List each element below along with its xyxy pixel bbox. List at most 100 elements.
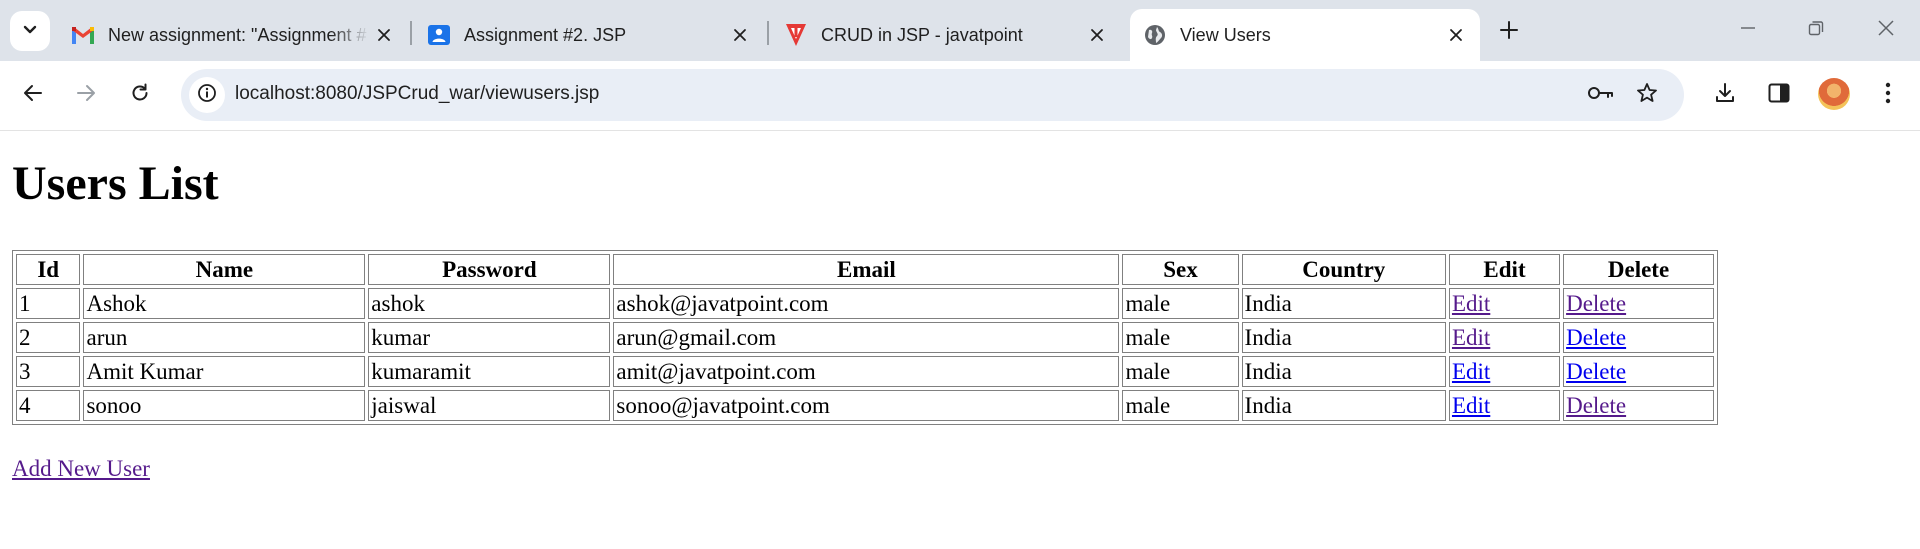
tab-title: View Users	[1180, 24, 1271, 45]
cell-email: sonoo@javatpoint.com	[613, 390, 1120, 421]
delete-link[interactable]: Delete	[1566, 325, 1626, 350]
cell-password: ashok	[368, 288, 611, 319]
minimize-button[interactable]	[1720, 12, 1776, 48]
cell-password: kumar	[368, 322, 611, 353]
cell-country: India	[1241, 322, 1446, 353]
cell-country: India	[1241, 288, 1446, 319]
column-header-country: Country	[1241, 254, 1446, 285]
table-row: 2 arun kumar arun@gmail.com male India E…	[16, 322, 1714, 353]
new-tab-button[interactable]	[1492, 15, 1526, 49]
restore-button[interactable]	[1788, 12, 1844, 48]
tab-assignment[interactable]: Assignment #2. JSP	[414, 9, 764, 61]
cell-edit: Edit	[1448, 322, 1561, 353]
tab-title: CRUD in JSP - javatpoint	[821, 24, 1023, 45]
table-header-row: Id Name Password Email Sex Country Edit …	[16, 254, 1714, 285]
table-row: 1 Ashok ashok ashok@javatpoint.com male …	[16, 288, 1714, 319]
cell-delete: Delete	[1563, 322, 1714, 353]
password-key-button[interactable]	[1583, 77, 1619, 113]
edit-link[interactable]: Edit	[1452, 359, 1490, 384]
cell-delete: Delete	[1563, 390, 1714, 421]
star-icon	[1636, 82, 1658, 109]
tab-title: New assignment: "Assignment #	[108, 24, 367, 45]
reload-icon	[130, 83, 150, 108]
cell-id: 3	[16, 356, 81, 387]
close-icon[interactable]	[1083, 21, 1111, 49]
side-panel-icon	[1768, 83, 1790, 108]
table-row: 3 Amit Kumar kumaramit amit@javatpoint.c…	[16, 356, 1714, 387]
download-icon	[1714, 82, 1736, 109]
page-title: Users List	[12, 157, 219, 210]
forward-button[interactable]	[68, 77, 104, 113]
globe-icon	[1144, 24, 1166, 46]
reload-button[interactable]	[122, 77, 158, 113]
delete-link[interactable]: Delete	[1566, 359, 1626, 384]
more-vert-icon	[1885, 82, 1891, 109]
info-icon	[197, 83, 217, 108]
column-header-name: Name	[83, 254, 366, 285]
cell-password: kumaramit	[368, 356, 611, 387]
cell-name: Ashok	[83, 288, 366, 319]
edit-link[interactable]: Edit	[1452, 325, 1490, 350]
cell-edit: Edit	[1448, 288, 1561, 319]
cell-email: amit@javatpoint.com	[613, 356, 1120, 387]
cell-sex: male	[1122, 288, 1239, 319]
tab-search-button[interactable]	[10, 11, 50, 51]
back-arrow-icon	[23, 83, 43, 108]
cell-name: Amit Kumar	[83, 356, 366, 387]
forward-arrow-icon	[76, 83, 96, 108]
cell-email: ashok@javatpoint.com	[613, 288, 1120, 319]
tab-gmail[interactable]: New assignment: "Assignment #	[58, 9, 408, 61]
back-button[interactable]	[15, 77, 51, 113]
close-icon[interactable]	[1442, 21, 1470, 49]
browser-toolbar: localhost:8080/JSPCrud_war/viewusers.jsp	[0, 61, 1920, 131]
cell-delete: Delete	[1563, 356, 1714, 387]
menu-button[interactable]	[1870, 77, 1906, 113]
column-header-edit: Edit	[1448, 254, 1561, 285]
javatpoint-icon	[785, 24, 807, 46]
close-icon	[1877, 19, 1895, 42]
edit-link[interactable]: Edit	[1452, 291, 1490, 316]
key-icon	[1588, 85, 1614, 106]
cell-country: India	[1241, 390, 1446, 421]
cell-edit: Edit	[1448, 356, 1561, 387]
plus-icon	[1500, 20, 1518, 44]
cell-id: 2	[16, 322, 81, 353]
classroom-icon	[428, 24, 450, 46]
tab-divider	[767, 21, 769, 45]
table-row: 4 sonoo jaiswal sonoo@javatpoint.com mal…	[16, 390, 1714, 421]
tab-divider	[410, 21, 412, 45]
address-bar[interactable]: localhost:8080/JSPCrud_war/viewusers.jsp	[181, 69, 1684, 121]
column-header-delete: Delete	[1563, 254, 1714, 285]
cell-id: 4	[16, 390, 81, 421]
delete-link[interactable]: Delete	[1566, 393, 1626, 418]
cell-country: India	[1241, 356, 1446, 387]
cell-name: sonoo	[83, 390, 366, 421]
url-text[interactable]: localhost:8080/JSPCrud_war/viewusers.jsp	[235, 83, 599, 105]
cell-email: arun@gmail.com	[613, 322, 1120, 353]
cell-password: jaiswal	[368, 390, 611, 421]
gmail-icon	[72, 24, 94, 46]
delete-link[interactable]: Delete	[1566, 291, 1626, 316]
cell-delete: Delete	[1563, 288, 1714, 319]
cell-edit: Edit	[1448, 390, 1561, 421]
tab-view-users[interactable]: View Users	[1130, 9, 1480, 61]
profile-avatar[interactable]	[1818, 78, 1850, 110]
bookmark-button[interactable]	[1629, 77, 1665, 113]
cell-sex: male	[1122, 322, 1239, 353]
cell-name: arun	[83, 322, 366, 353]
cell-sex: male	[1122, 390, 1239, 421]
close-icon[interactable]	[726, 21, 754, 49]
edit-link[interactable]: Edit	[1452, 393, 1490, 418]
add-new-user-link[interactable]: Add New User	[12, 456, 150, 482]
close-icon[interactable]	[370, 21, 398, 49]
side-panel-button[interactable]	[1761, 77, 1797, 113]
column-header-password: Password	[368, 254, 611, 285]
downloads-button[interactable]	[1707, 77, 1743, 113]
site-info-button[interactable]	[189, 77, 225, 113]
restore-icon	[1808, 20, 1824, 41]
column-header-sex: Sex	[1122, 254, 1239, 285]
column-header-email: Email	[613, 254, 1120, 285]
tab-javatpoint[interactable]: CRUD in JSP - javatpoint	[771, 9, 1121, 61]
close-window-button[interactable]	[1858, 12, 1914, 48]
minimize-icon	[1740, 20, 1756, 41]
